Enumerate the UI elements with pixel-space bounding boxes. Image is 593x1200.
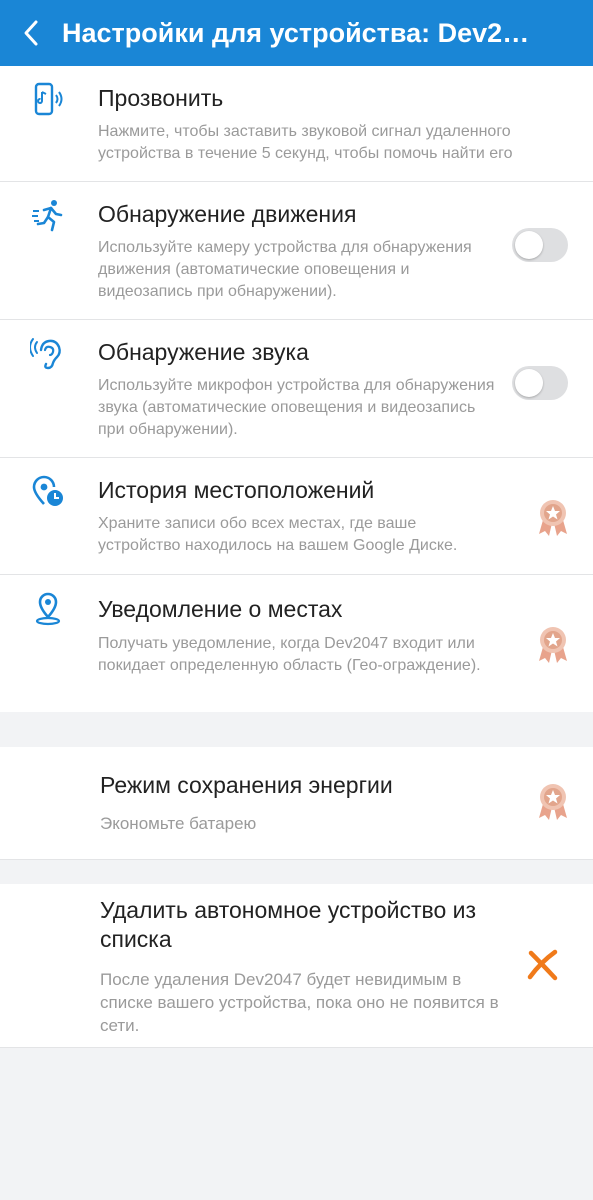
chevron-left-icon: [24, 20, 38, 46]
setting-description: Используйте камеру устройства для обнару…: [98, 239, 472, 300]
setting-power-saving[interactable]: Режим сохранения энергии Экономьте батар…: [0, 747, 593, 859]
app-bar: Настройки для устройства: Dev2…: [0, 0, 593, 66]
setting-sound-detection: Обнаружение звука Используйте микрофон у…: [0, 320, 593, 457]
setting-title: Обнаружение звука: [98, 339, 309, 365]
location-history-icon: [32, 475, 63, 506]
setting-place-notifications[interactable]: Уведомление о местах Получать уведомлени…: [0, 575, 593, 712]
setting-title: Обнаружение движения: [98, 201, 357, 227]
setting-ring[interactable]: Прозвонить Нажмите, чтобы заставить звук…: [0, 66, 593, 181]
setting-title: Прозвонить: [98, 85, 224, 111]
premium-badge-icon: [539, 784, 567, 820]
sound-detection-toggle[interactable]: [512, 366, 568, 400]
setting-remove-device[interactable]: Удалить автономное устройство из списка …: [0, 884, 593, 1047]
setting-title: Удалить автономное устройство из списка: [100, 897, 477, 952]
setting-location-history[interactable]: История местоположений Храните записи об…: [0, 458, 593, 574]
ear-icon: [30, 338, 61, 370]
setting-description: После удаления Dev2047 будет невидимым в…: [100, 970, 499, 1035]
divider: [0, 859, 593, 860]
setting-motion-detection: Обнаружение движения Используйте камеру …: [0, 182, 593, 319]
setting-description: Нажмите, чтобы заставить звуковой сигнал…: [98, 123, 513, 162]
setting-title: Режим сохранения энергии: [100, 772, 393, 798]
page-title: Настройки для устройства: Dev2…: [62, 18, 530, 48]
back-button[interactable]: [14, 14, 48, 52]
divider: [0, 1047, 593, 1048]
setting-description: Экономьте батарею: [100, 814, 257, 833]
location-pin-icon: [35, 592, 61, 626]
phone-ring-icon: [34, 82, 63, 116]
setting-title: История местоположений: [98, 477, 375, 503]
motion-detection-toggle[interactable]: [512, 228, 568, 262]
toggle-knob: [515, 231, 543, 259]
setting-description: Используйте микрофон устройства для обна…: [98, 377, 495, 438]
premium-badge-icon: [539, 500, 567, 536]
premium-badge-icon: [539, 627, 567, 663]
setting-description: Получать уведомление, когда Dev2047 вход…: [98, 635, 481, 674]
toggle-knob: [515, 369, 543, 397]
setting-description: Храните записи обо всех местах, где ваше…: [98, 515, 458, 554]
close-x-icon[interactable]: [526, 948, 560, 982]
setting-title: Уведомление о местах: [98, 596, 343, 622]
running-person-icon: [32, 200, 63, 232]
